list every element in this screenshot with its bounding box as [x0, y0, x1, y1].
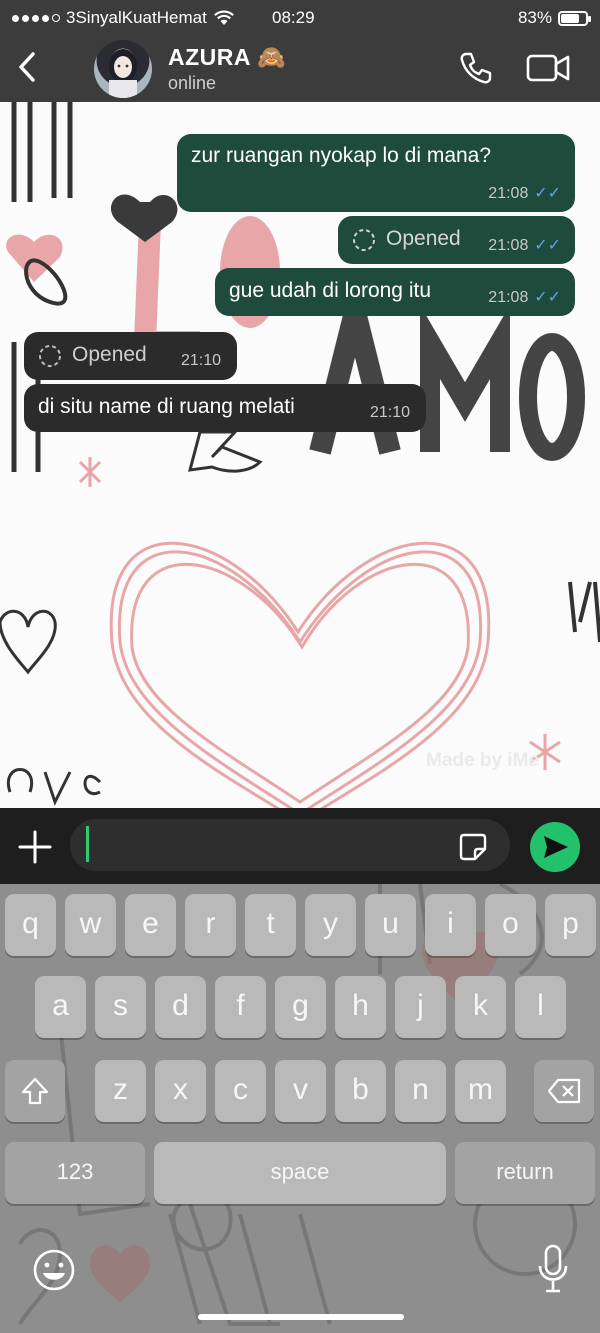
avatar-portrait-icon — [109, 49, 137, 98]
key-r[interactable]: r — [185, 894, 236, 956]
signal-icon — [12, 14, 60, 22]
view-once-bubble-incoming[interactable]: Opened 21:10 — [24, 332, 237, 380]
carrier-label: 3SinyalKuatHemat — [66, 8, 207, 27]
message-text: zur ruangan nyokap lo di mana? — [191, 144, 492, 167]
key-m[interactable]: m — [455, 1060, 506, 1122]
key-p[interactable]: p — [545, 894, 596, 956]
plus-icon[interactable] — [18, 830, 52, 864]
read-ticks-icon: ✓✓ — [534, 289, 561, 306]
key-k[interactable]: k — [455, 976, 506, 1038]
view-once-icon — [353, 229, 375, 251]
message-time: 21:10 — [180, 352, 221, 369]
key-w[interactable]: w — [65, 894, 116, 956]
message-input[interactable] — [70, 819, 510, 871]
chat-area[interactable]: Made by iMe zur ruangan nyokap lo di man… — [0, 102, 600, 810]
message-meta: 21:08 ✓✓ — [488, 232, 561, 256]
message-text: gue udah di lorong itu — [229, 279, 431, 302]
contact-status: online — [168, 73, 217, 93]
battery-status: 83% — [517, 8, 591, 28]
view-once-icon — [39, 345, 61, 367]
sticker-icon[interactable] — [458, 832, 488, 862]
watermark: Made by iMe — [426, 750, 539, 771]
shift-key[interactable] — [5, 1060, 65, 1122]
backspace-icon — [547, 1078, 581, 1104]
message-bubble-outgoing[interactable]: zur ruangan nyokap lo di mana? 21:08 ✓✓ — [177, 134, 575, 212]
key-h[interactable]: h — [335, 976, 386, 1038]
message-text: di situ name di ruang melati — [38, 395, 295, 418]
view-once-bubble-outgoing[interactable]: Opened 21:08 ✓✓ — [338, 216, 575, 264]
message-bubble-outgoing[interactable]: gue udah di lorong itu 21:08 ✓✓ — [215, 268, 575, 316]
key-x[interactable]: x — [155, 1060, 206, 1122]
return-key[interactable]: return — [455, 1142, 595, 1204]
key-n[interactable]: n — [395, 1060, 446, 1122]
key-g[interactable]: g — [275, 976, 326, 1038]
message-time: 21:08 — [488, 237, 529, 254]
key-f[interactable]: f — [215, 976, 266, 1038]
view-once-label: Opened — [386, 227, 461, 250]
key-a[interactable]: a — [35, 976, 86, 1038]
view-once-label: Opened — [72, 343, 147, 366]
key-e[interactable]: e — [125, 894, 176, 956]
emoji-icon[interactable] — [32, 1248, 76, 1292]
phone-icon[interactable] — [458, 50, 494, 86]
key-z[interactable]: z — [95, 1060, 146, 1122]
status-left: 3SinyalKuatHemat — [12, 8, 235, 28]
message-time: 21:08 — [488, 185, 529, 202]
key-c[interactable]: c — [215, 1060, 266, 1122]
back-arrow-icon[interactable] — [14, 50, 40, 84]
microphone-icon[interactable] — [536, 1244, 570, 1294]
key-i[interactable]: i — [425, 894, 476, 956]
read-ticks-icon: ✓✓ — [534, 185, 561, 202]
home-indicator[interactable] — [198, 1314, 404, 1320]
battery-fill — [561, 13, 579, 23]
key-b[interactable]: b — [335, 1060, 386, 1122]
delete-key[interactable] — [534, 1060, 594, 1122]
clock: 08:29 — [272, 8, 315, 27]
message-bubble-incoming[interactable]: di situ name di ruang melati 21:10 — [24, 384, 426, 432]
text-cursor — [86, 826, 89, 862]
chat-header: AZURA 🙈 online — [0, 36, 600, 102]
key-u[interactable]: u — [365, 894, 416, 956]
composer-bar — [0, 808, 600, 884]
message-meta: 21:08 ✓✓ — [488, 180, 561, 204]
battery-icon — [558, 10, 591, 26]
status-bar: 3SinyalKuatHemat 08:29 83% — [0, 0, 600, 36]
message-time: 21:10 — [369, 404, 410, 421]
message-meta: 21:08 ✓✓ — [488, 284, 561, 308]
key-l[interactable]: l — [515, 976, 566, 1038]
send-button[interactable] — [530, 822, 580, 872]
key-t[interactable]: t — [245, 894, 296, 956]
send-arrow-icon — [544, 836, 568, 858]
key-s[interactable]: s — [95, 976, 146, 1038]
key-v[interactable]: v — [275, 1060, 326, 1122]
numbers-key[interactable]: 123 — [5, 1142, 145, 1204]
key-d[interactable]: d — [155, 976, 206, 1038]
keyboard: 123 space return qwertyuiop asdfghjkl zxcv… — [0, 884, 600, 1333]
key-y[interactable]: y — [305, 894, 356, 956]
video-call-icon[interactable] — [526, 50, 570, 86]
wifi-icon — [213, 10, 234, 25]
key-j[interactable]: j — [395, 976, 446, 1038]
battery-percent: 83% — [517, 8, 552, 27]
read-ticks-icon: ✓✓ — [534, 237, 561, 254]
key-o[interactable]: o — [485, 894, 536, 956]
key-q[interactable]: q — [5, 894, 56, 956]
message-time: 21:08 — [488, 289, 529, 306]
shift-arrow-icon — [21, 1077, 49, 1105]
contact-name[interactable]: AZURA 🙈 — [168, 44, 286, 71]
space-key[interactable]: space — [154, 1142, 446, 1204]
avatar[interactable] — [94, 40, 152, 98]
